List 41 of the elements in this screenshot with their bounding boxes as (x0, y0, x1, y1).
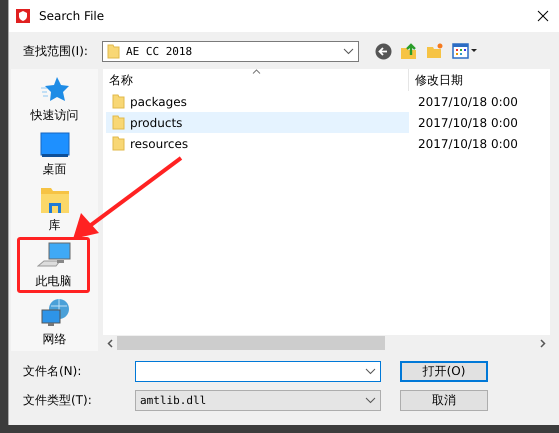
library-icon (40, 186, 70, 214)
column-header[interactable]: 名称 (103, 69, 409, 91)
desktop-icon (40, 132, 70, 158)
sidebar-item[interactable]: 快速访问 (30, 76, 78, 122)
location-dropdown[interactable]: AE CC 2018 (102, 40, 359, 62)
open-button[interactable]: 打开(O) (400, 361, 488, 382)
sidebar-item[interactable]: 此电脑 (17, 237, 90, 293)
caret-icon (365, 368, 376, 375)
sidebar-item[interactable]: 桌面 (40, 132, 70, 176)
folder-icon (112, 115, 125, 130)
folder-icon (112, 136, 125, 151)
sidebar-item[interactable]: 库 (40, 186, 70, 232)
file-name-label: 文件名(N): (23, 363, 82, 380)
sort-icon (252, 69, 261, 74)
folder-icon (112, 94, 125, 109)
up-folder-icon[interactable] (400, 42, 418, 60)
file-name-field[interactable] (135, 361, 381, 382)
star-icon (40, 76, 70, 104)
date-cell-text: 2017/10/18 0:00 (417, 94, 518, 108)
column-header[interactable]: 修改日期 (409, 69, 549, 91)
file-type-label: 文件类型(T): (23, 392, 93, 409)
back-icon[interactable] (374, 42, 392, 60)
file-row[interactable]: packages (106, 91, 409, 112)
sidebar-item[interactable]: 网络 (38, 298, 70, 346)
scroll-left-icon[interactable] (107, 338, 113, 348)
file-row[interactable]: products (106, 112, 409, 133)
network-icon (38, 298, 70, 328)
date-cell-text: 2017/10/18 0:00 (417, 116, 518, 130)
scroll-right-icon[interactable] (540, 338, 546, 348)
folder-icon (106, 44, 120, 58)
file-type-dropdown[interactable]: amtlib.dll (135, 390, 381, 411)
caret-icon (365, 397, 376, 404)
window-title: Search File (39, 9, 106, 23)
file-row[interactable]: resources (106, 133, 409, 154)
close-icon[interactable] (537, 10, 549, 22)
cancel-button[interactable]: 取消 (400, 390, 488, 411)
date-cell-text: 2017/10/18 0:00 (417, 136, 518, 150)
shield-icon (16, 9, 30, 23)
caret-icon (342, 48, 354, 54)
look-in-label: 查找范围(I): (23, 42, 88, 60)
view-menu-icon[interactable] (452, 43, 478, 59)
